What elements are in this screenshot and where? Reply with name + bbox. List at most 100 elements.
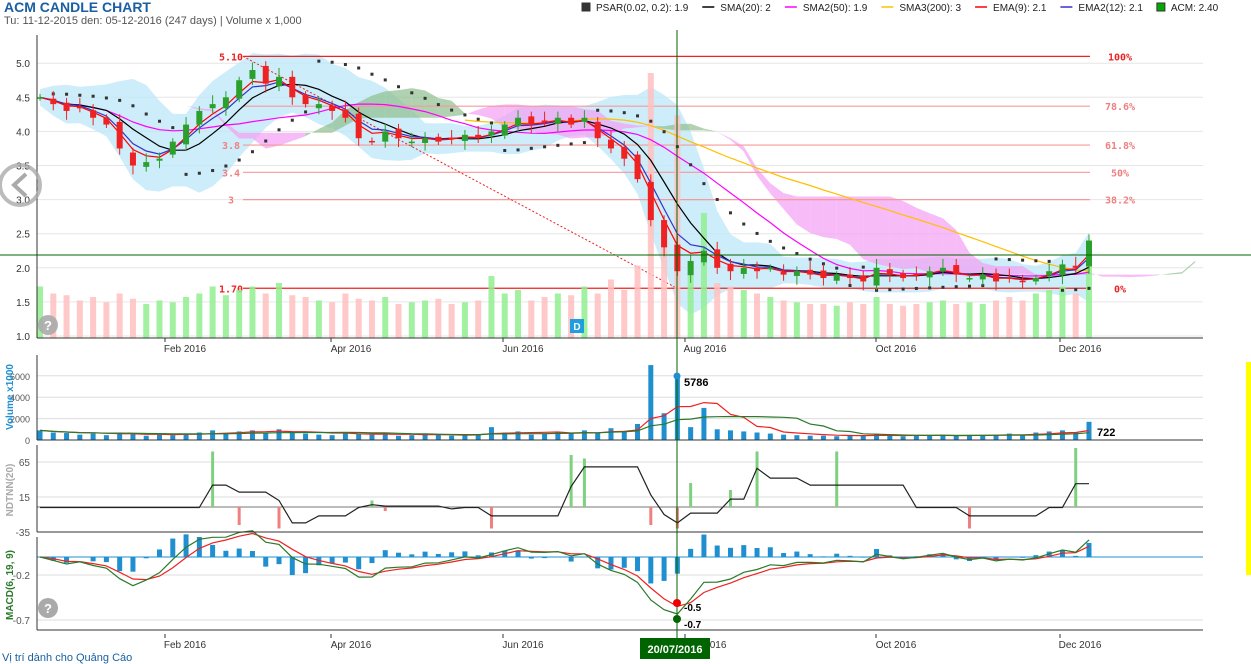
volume-overlay-bar [1019,300,1026,338]
fib-percent-label: 100% [1108,52,1132,63]
psar-dot [649,119,653,123]
psar-dot [410,91,414,95]
volume-overlay-bar [169,302,176,338]
candle-body [475,134,482,139]
macd-histogram-bar [528,557,534,559]
help-icon-glyph: ? [44,601,52,616]
fib-price-label: 3 [228,196,234,207]
volume-bar [77,434,83,440]
candle-body [1019,280,1026,283]
ndtnn-bar [277,507,281,529]
macd-histogram-bar [369,557,375,564]
help-button-main[interactable]: ? [38,315,58,335]
candle-body [90,110,97,118]
volume-overlay-bar [488,276,495,338]
macd-histogram-bar [422,551,428,557]
candle-body [913,273,920,276]
macd-histogram-bar [754,547,760,557]
price-panel[interactable]: 100%5.1078.6%61.8%3.850%3.438.2%30%1.70 [37,52,1196,339]
volume-axis-title: Volume x1000 [5,364,16,430]
candle-body [966,278,973,280]
candle-body [594,121,601,139]
crosshair-macd-label: -0.5 [684,603,702,614]
ichimoku-cloud-segment [438,97,452,118]
psar-dot [184,172,188,176]
ichimoku-cloud-segment [690,123,704,131]
volume-bar [568,433,574,440]
crosshair-date: 20/07/2016 [647,644,702,656]
candle-body [395,128,402,139]
volume-overlay-bar [342,293,349,338]
price-tick-label: 1.0 [16,332,30,343]
dividend-badge-label: D [573,322,580,333]
volume-overlay-bar [714,283,721,338]
ichimoku-cloud-segment [929,213,943,273]
macd-histogram-bar [781,553,787,557]
volume-bar [1059,430,1065,440]
volume-bar [157,434,163,440]
fib-percent-label: 61.8% [1105,141,1135,152]
candle-body [860,275,867,282]
psar-dot [715,198,719,202]
psar-dot [104,96,108,100]
help-button-macd[interactable]: ? [38,598,58,618]
macd-histogram-bar [249,551,255,557]
macd-histogram-bar [1033,555,1039,557]
psar-dot [264,139,268,143]
candle-body [461,134,468,141]
macd-panel[interactable] [39,530,1092,615]
fib-percent-label: 50% [1111,168,1129,179]
volume-overlay-bar [727,286,734,338]
volume-overlay-bar [395,304,402,338]
macd-histogram-bar [157,549,163,557]
ndtnn-bar [755,451,759,507]
candle-body [262,65,269,84]
psar-dot [343,63,347,67]
psar-dot [636,114,640,118]
volume-overlay-bar [435,298,442,338]
volume-bar [754,432,760,440]
volume-overlay-bar [408,302,415,338]
candle-body [1006,277,1013,279]
candle-body [554,117,561,124]
psar-dot [994,257,998,261]
ad-placeholder-link[interactable]: Vị trí dành cho Quảng Cáo [2,652,132,664]
candle-body [342,109,349,118]
psar-dot [78,93,82,97]
macd-histogram-bar [276,557,282,565]
ndtnn-bar [383,507,387,511]
psar-dot [290,118,294,122]
volume-bar [621,431,627,440]
candle-body [103,117,110,125]
candle-body [289,76,296,98]
volume-overlay-bar [90,297,97,338]
candle-body [209,104,216,109]
volume-overlay-bar [262,293,269,338]
volume-overlay-bar [754,293,761,338]
ichimoku-cloud-segment [464,109,479,116]
candle-body [129,152,136,166]
x-tick-label: Dec 2016 [1059,344,1102,355]
psar-dot [91,94,95,98]
macd-histogram-bar [661,557,667,581]
volume-panel[interactable] [37,365,1092,440]
volume-overlay-bar [780,300,787,338]
volume-bar [37,430,43,440]
ndtnn-bar [649,507,653,525]
candle-body [886,269,893,275]
macd-histogram-bar [223,550,229,557]
volume-overlay-bar [594,293,601,338]
macd-histogram-bar [90,557,96,562]
volume-overlay-bar [183,297,190,338]
volume-overlay-bar [846,302,853,338]
candle-body [1086,240,1092,267]
ndtnn-panel[interactable] [40,448,1089,529]
volume-overlay-bar [76,300,83,338]
macd-histogram-bar [170,538,176,557]
candle-body [754,267,761,272]
fib-price-label: 5.10 [219,52,243,63]
volume-overlay-bar [860,304,867,338]
volume-overlay-bar [900,305,907,338]
volume-bar [316,434,322,440]
ichimoku-cloud-segment [916,207,930,273]
